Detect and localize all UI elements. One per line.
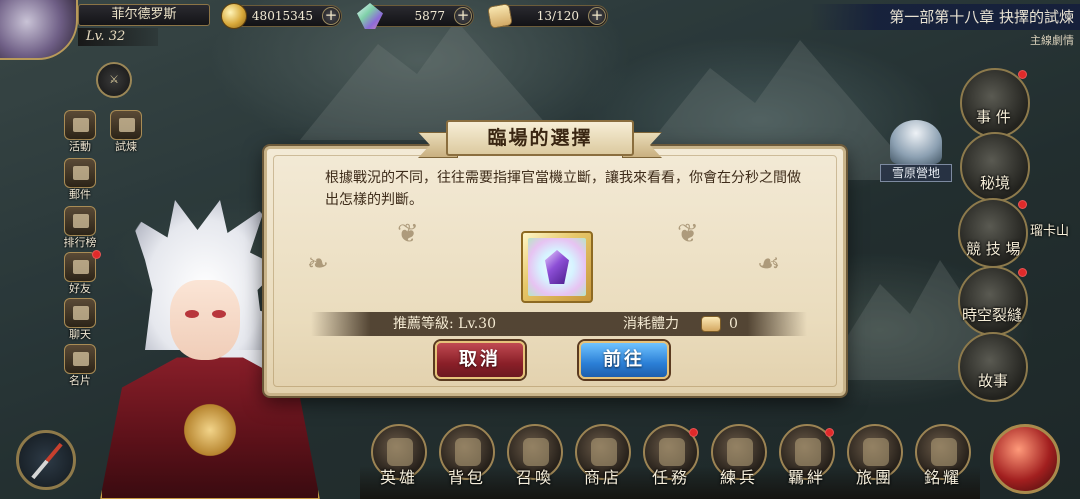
nav-bonds[interactable]: 羈絆	[774, 422, 840, 499]
add-gem-button[interactable]: +	[454, 7, 472, 25]
nav-label: 羈絆	[787, 468, 826, 487]
character-face	[170, 280, 240, 360]
left-menu-events[interactable]: 活動	[60, 110, 100, 156]
add-stamina-button[interactable]: +	[588, 7, 606, 25]
chapter-subtitle: 主線劇情	[1030, 34, 1074, 47]
top-bar: 菲尔德罗斯 Lv. 32 48015345 + 5877 + 13/120 + …	[0, 0, 1080, 60]
purple-crystal-icon	[545, 250, 569, 284]
nav-label: 背包	[447, 468, 486, 487]
character-eye	[212, 310, 226, 318]
player-level: Lv. 32	[78, 28, 158, 46]
gold-counter: 48015345 +	[221, 3, 342, 29]
right-menu-label: 秘境	[980, 174, 1011, 192]
recommended-level: 推薦等級: Lv.30	[393, 316, 496, 332]
bread-stamina-icon	[701, 316, 721, 332]
mail-icon	[64, 158, 96, 188]
snow-camp-icon	[890, 120, 942, 164]
battle-orb-icon	[990, 424, 1060, 494]
map-location-snow-camp[interactable]: 雪原營地	[880, 120, 952, 184]
nav-label: 銘耀	[923, 468, 962, 487]
decorative-flourish: ❧	[307, 249, 329, 279]
decorative-flourish: ❦	[677, 219, 699, 249]
nav-heroes[interactable]: 英雄	[366, 422, 432, 499]
nav-shop[interactable]: 商店	[570, 422, 636, 499]
stamina-cost-label: 消耗體力	[623, 316, 679, 332]
stamina-counter: 13/120 +	[487, 3, 608, 29]
notification-dot	[1018, 200, 1027, 209]
nav-label: 英雄	[379, 468, 418, 487]
character-eye	[185, 310, 199, 318]
right-menu-label: 時空裂縫	[962, 306, 1023, 324]
nav-label: 旅團	[855, 468, 894, 487]
right-menu-label: 故事	[978, 372, 1009, 390]
snow-camp-label: 雪原營地	[880, 164, 952, 182]
gold-value: 48015345	[251, 9, 313, 23]
nav-insignia[interactable]: 銘耀	[910, 422, 976, 499]
nav-label: 商店	[583, 468, 622, 487]
nav-label: 練兵	[719, 468, 758, 487]
reward-item-frame	[528, 238, 586, 296]
nav-tasks[interactable]: 任務	[638, 422, 704, 499]
nav-label: 任務	[651, 468, 690, 487]
notification-dot	[1018, 268, 1027, 277]
go-button[interactable]: 前往	[579, 341, 669, 379]
right-menu-story[interactable]	[958, 332, 1028, 402]
chapter-title[interactable]: 第一部第十八章 抉擇的試煉	[810, 4, 1080, 30]
gem-icon	[357, 3, 383, 29]
right-menu-label: 競 技 場	[966, 240, 1021, 258]
dialog-title-ribbon: 臨場的選擇	[418, 120, 662, 160]
nav-summon[interactable]: 召喚	[502, 422, 568, 499]
compass-icon[interactable]: ⚔	[96, 62, 132, 98]
notification-dot	[825, 428, 834, 437]
choice-dialog: 根據戰況的不同，往往需要指揮官當機立斷，讓我來看看，你會在分秒之間做出怎樣的判斷…	[264, 146, 846, 396]
right-menu-label: 事 件	[976, 108, 1011, 126]
stamina-value: 13/120	[536, 9, 579, 23]
nav-bag[interactable]: 背包	[434, 422, 500, 499]
bottom-nav: 英雄 背包 召喚 商店 任務 練兵 羈絆 旅團 銘耀	[340, 420, 980, 499]
bread-stamina-icon	[487, 3, 513, 29]
trial-icon	[110, 110, 142, 140]
decorative-flourish: ❦	[397, 219, 419, 249]
map-side-label: 瑠卡山	[1030, 224, 1070, 239]
notification-dot	[1018, 70, 1027, 79]
gem-value: 5877	[414, 9, 445, 23]
player-name: 菲尔德罗斯	[78, 4, 210, 26]
right-menu-time-rift[interactable]	[958, 266, 1028, 336]
battle-orb-button[interactable]	[984, 420, 1080, 499]
dialog-description: 根據戰況的不同，往往需要指揮官當機立斷，讓我來看看，你會在分秒之間做出怎樣的判斷…	[325, 170, 801, 208]
nav-training[interactable]: 練兵	[706, 422, 772, 499]
left-menu-mail[interactable]: 郵件	[60, 158, 100, 204]
left-menu-trial[interactable]: 試煉	[106, 110, 146, 156]
gold-coin-icon	[221, 3, 247, 29]
reward-item-card[interactable]	[521, 231, 593, 303]
gem-counter: 5877 +	[357, 3, 474, 29]
stamina-cost-value: 0	[729, 316, 738, 332]
dialog-title: 臨場的選擇	[446, 120, 634, 156]
nav-brigade[interactable]: 旅團	[842, 422, 908, 499]
cancel-button[interactable]: 取消	[435, 341, 525, 379]
add-gold-button[interactable]: +	[322, 7, 340, 25]
left-menu-label: 試煉	[115, 140, 137, 153]
decorative-flourish: ☙	[757, 249, 781, 279]
dialog-info-bar: 推薦等級: Lv.30 消耗體力 0	[311, 312, 807, 336]
events-icon	[64, 110, 96, 140]
notification-dot	[689, 428, 698, 437]
compass-icon[interactable]	[16, 430, 76, 490]
character-armor-ornament	[180, 400, 240, 460]
nav-label: 召喚	[515, 468, 554, 487]
left-menu-label: 活動	[69, 140, 91, 153]
